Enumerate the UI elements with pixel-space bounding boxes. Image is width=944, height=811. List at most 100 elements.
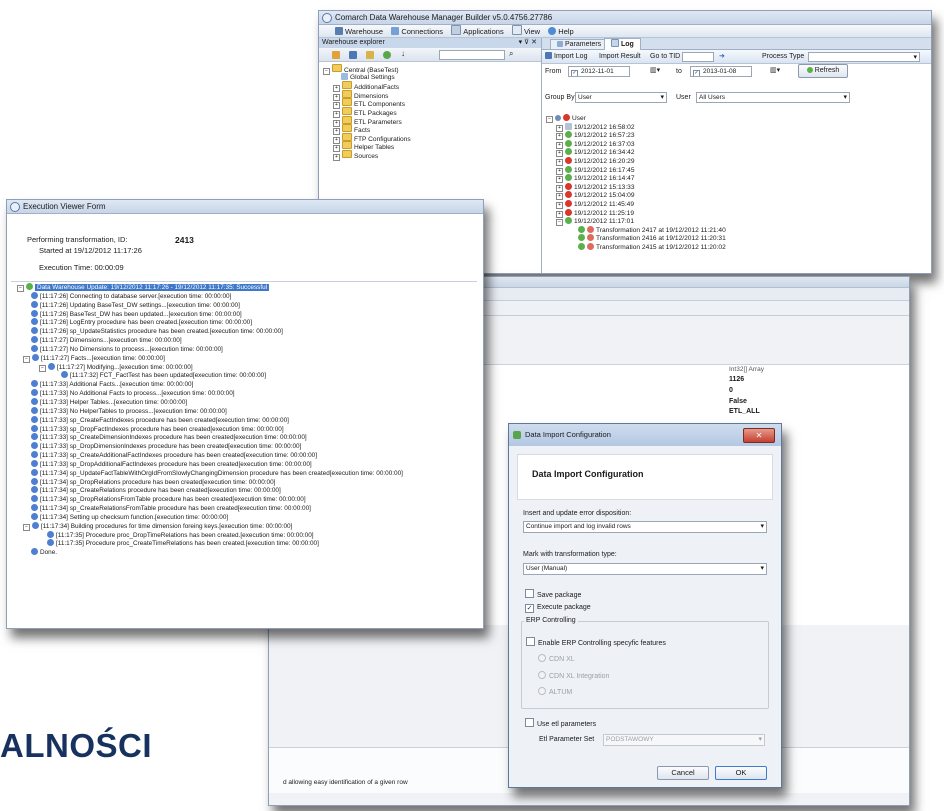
from-date-input[interactable]: ✓ 2012-11-01 — [568, 66, 630, 77]
user-select[interactable]: All Users — [696, 92, 850, 103]
log-line[interactable]: [11:17:26] Updating BaseTest_DW settings… — [17, 300, 477, 310]
log-entry[interactable]: +19/12/2012 16:58:02 — [546, 122, 726, 132]
explorer-sort-icon[interactable]: ↓ — [401, 49, 405, 58]
go-icon[interactable]: ➜ — [719, 50, 725, 63]
import-result-button[interactable]: Import Result — [599, 50, 641, 63]
tree-item[interactable]: Global Settings — [323, 72, 541, 82]
execution-viewer-titlebar[interactable]: Execution Viewer Form — [7, 200, 483, 214]
transformation-item[interactable]: Transformation 2415 at 19/12/2012 11:20:… — [546, 242, 726, 252]
log-line[interactable]: [11:17:34] sp_DropRelationsFromTable pro… — [17, 495, 477, 504]
log-line[interactable]: [11:17:33] Helper Tables...[execution ti… — [17, 397, 477, 407]
log-entry[interactable]: +19/12/2012 16:34:42 — [546, 148, 726, 158]
use-etl-checkbox[interactable]: Use etl parameters — [525, 718, 596, 728]
log-entry[interactable]: +19/12/2012 11:45:49 — [546, 199, 726, 209]
explorer-pin-icon[interactable]: ▾ ⊽ ✕ — [519, 38, 537, 48]
tree-item[interactable]: + AdditionalFacts — [323, 81, 541, 93]
tid-input[interactable] — [682, 52, 714, 62]
menu-help[interactable]: Help — [548, 26, 574, 38]
error-disposition-select[interactable]: Continue import and log invalid rows — [523, 521, 767, 533]
tree-item[interactable]: + ETL Packages — [323, 106, 541, 118]
log-entry[interactable]: +19/12/2012 15:04:09 — [546, 191, 726, 201]
log-line[interactable]: [11:17:33] sp_DropAdditionalFactIndexes … — [17, 459, 477, 469]
to-calendar-icon[interactable]: ▥▾ — [770, 66, 780, 74]
log-line[interactable]: [11:17:33] No Additional Facts to proces… — [17, 389, 477, 398]
log-line[interactable]: [11:17:35] Procedure proc_DropTimeRelati… — [17, 530, 477, 540]
tree-item[interactable]: + FTP Configurations — [323, 132, 541, 144]
cancel-button[interactable]: Cancel — [657, 766, 709, 780]
ok-button[interactable]: OK — [715, 766, 767, 780]
log-line[interactable]: [11:17:26] BaseTest_DW has been updated.… — [17, 309, 477, 319]
tree-item[interactable]: + ETL Components — [323, 98, 541, 110]
from-checkbox[interactable]: ✓ — [571, 70, 578, 76]
tree-item[interactable]: + Sources — [323, 149, 541, 161]
log-root[interactable]: − User — [546, 114, 726, 123]
radio-cdn-xl-integration[interactable]: CDN XL Integration — [538, 671, 609, 680]
refresh-button[interactable]: Refresh — [798, 64, 848, 78]
log-line[interactable]: [11:17:34] sp_CreateRelations procedure … — [17, 486, 477, 495]
log-line[interactable]: [11:17:27] No Dimensions to process...[e… — [17, 344, 477, 354]
log-line[interactable]: [11:17:33] Additional Facts...[execution… — [17, 380, 477, 389]
explorer-search-input[interactable] — [439, 50, 505, 60]
log-line[interactable]: [11:17:33] sp_DropDimensionIndexes proce… — [17, 442, 477, 451]
log-header-row[interactable]: − Data Warehouse Update: 19/12/2012 11:17… — [17, 283, 477, 292]
log-line[interactable]: [11:17:26] sp_UpdateStatistics procedure… — [17, 327, 477, 336]
etl-set-select[interactable]: PODSTAWOWY — [603, 734, 765, 746]
transformation-item[interactable]: Transformation 2416 at 19/12/2012 11:20:… — [546, 234, 726, 243]
mark-type-select[interactable]: User (Manual) — [523, 563, 767, 575]
explorer-refresh-icon[interactable] — [383, 51, 391, 59]
log-line[interactable]: Done. — [17, 548, 477, 557]
group-by-select[interactable]: User — [575, 92, 667, 103]
log-line[interactable]: − [11:17:27] Modifying...[execution time:… — [17, 362, 477, 372]
log-line[interactable]: [11:17:26] Connecting to database server… — [17, 291, 477, 301]
dialog-titlebar[interactable]: Data Import Configuration ✕ — [509, 424, 781, 446]
log-line[interactable]: [11:17:34] sp_CreateRelationsFromTable p… — [17, 504, 477, 513]
log-entry[interactable]: +19/12/2012 16:57:23 — [546, 131, 726, 141]
menu-connections[interactable]: Connections — [391, 26, 443, 38]
to-date-input[interactable]: ✓ 2013-01-08 — [690, 66, 752, 77]
explorer-search-icon[interactable]: ⌕ — [509, 49, 513, 59]
execute-package-checkbox[interactable]: ✓ Execute package — [525, 604, 591, 613]
from-calendar-icon[interactable]: ▥▾ — [650, 66, 660, 74]
close-icon[interactable]: ✕ — [743, 428, 775, 443]
log-line[interactable]: [11:17:33] sp_CreateAdditionalFactIndexe… — [17, 451, 477, 460]
log-line[interactable]: [11:17:35] Procedure proc_CreateTimeRela… — [17, 539, 477, 548]
log-line[interactable]: − [11:17:27] Facts...[execution time: 00:… — [17, 353, 477, 363]
save-package-checkbox[interactable]: Save package — [525, 589, 581, 599]
to-checkbox[interactable]: ✓ — [693, 70, 700, 76]
log-entry[interactable]: +19/12/2012 16:20:29 — [546, 156, 726, 166]
transformation-item[interactable]: Transformation 2417 at 19/12/2012 11:21:… — [546, 225, 726, 235]
menu-applications[interactable]: Applications — [451, 25, 504, 38]
import-log-button[interactable]: Import Log — [545, 50, 587, 63]
log-line[interactable]: [11:17:32] FCT_FactTest has been updated… — [17, 371, 477, 380]
log-line[interactable]: [11:17:33] sp_DropFactIndexes procedure … — [17, 424, 477, 434]
tree-root[interactable]: − Central (BaseTest) — [323, 64, 541, 75]
log-line[interactable]: [11:17:34] sp_DropRelations procedure ha… — [17, 477, 477, 487]
log-entry[interactable]: − 19/12/2012 11:17:01 — [546, 217, 726, 227]
erp-enable-checkbox[interactable]: Enable ERP Controlling specyfic features — [526, 637, 666, 647]
tree-item[interactable]: + ETL Parameters — [323, 115, 541, 127]
log-entry[interactable]: +19/12/2012 11:25:19 — [546, 208, 726, 218]
log-line[interactable]: [11:17:26] LogEntry procedure has been c… — [17, 318, 477, 327]
menu-warehouse[interactable]: Warehouse — [335, 26, 383, 38]
log-line[interactable]: [11:17:33] sp_CreateFactIndexes procedur… — [17, 415, 477, 425]
go-to-tid-button[interactable]: Go to TID — [650, 50, 680, 63]
main-window-titlebar[interactable]: Comarch Data Warehouse Manager Builder v… — [319, 11, 931, 25]
tree-item[interactable]: + Dimensions — [323, 89, 541, 101]
explorer-edit-icon[interactable] — [366, 51, 374, 59]
log-line[interactable]: [11:17:33] sp_CreateDimensionIndexes pro… — [17, 433, 477, 442]
log-entry[interactable]: +19/12/2012 16:37:03 — [546, 139, 726, 149]
log-entry[interactable]: +19/12/2012 16:14:47 — [546, 174, 726, 184]
menu-view[interactable]: View — [511, 25, 540, 38]
log-entry[interactable]: +19/12/2012 15:13:33 — [546, 182, 726, 192]
tab-parameters[interactable]: Parameters — [550, 39, 609, 49]
log-line[interactable]: [11:17:34] sp_UpdateFactTableWithOrgIdFr… — [17, 468, 477, 478]
radio-altum[interactable]: ALTUM — [538, 687, 572, 696]
log-line[interactable]: [11:17:27] Dimensions...[execution time:… — [17, 336, 477, 345]
log-line[interactable]: [11:17:33] No HelperTables to process...… — [17, 406, 477, 416]
process-type-select[interactable] — [808, 52, 920, 62]
log-line[interactable]: − [11:17:34] Building procedures for time… — [17, 521, 477, 531]
tree-item[interactable]: + Helper Tables — [323, 141, 541, 153]
tree-item[interactable]: + Facts — [323, 124, 541, 136]
explorer-add-icon[interactable] — [332, 51, 340, 59]
radio-cdn-xl[interactable]: CDN XL — [538, 654, 575, 663]
